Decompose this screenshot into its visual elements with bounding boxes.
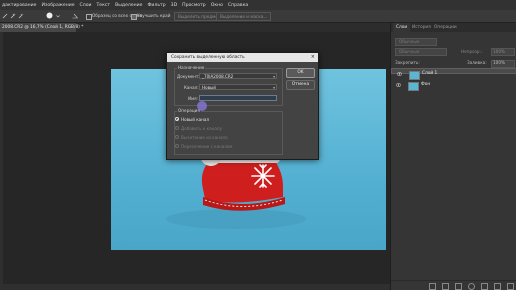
menu-type[interactable]: Текст <box>97 3 111 8</box>
chevron-down-icon: ▾ <box>273 74 275 79</box>
cancel-button[interactable]: Отмена <box>286 80 315 90</box>
mask-icon[interactable] <box>455 283 462 290</box>
channel-value: Новый <box>202 85 216 90</box>
panel-tabs: Слои История Операции <box>391 23 516 32</box>
layer-name: Фон <box>421 82 431 87</box>
add-to-channel-label: Добавить к каналу <box>181 125 222 131</box>
channel-label: Канал: <box>184 85 199 90</box>
blend-mode-label: Обычные <box>399 48 420 54</box>
dialog-titlebar: Сохранить выделенную область × <box>167 53 318 62</box>
layer-kind-label: Обычные <box>399 38 420 44</box>
opacity-value: 100% <box>493 48 505 54</box>
menu-filter[interactable]: Фильтр <box>147 3 165 8</box>
menu-view[interactable]: Просмотр <box>182 3 206 8</box>
select-and-mask-button[interactable]: Выделение и маска... <box>216 12 272 21</box>
layer-thumbnail <box>409 71 420 80</box>
tab-layers[interactable]: Слои <box>393 23 411 32</box>
layers-panel-footer <box>391 280 516 290</box>
channel-select[interactable]: Новый ▾ <box>199 84 277 90</box>
layer-row-background[interactable]: Фон <box>391 80 516 91</box>
document-value: _70IA2008.CR2 <box>202 74 234 79</box>
brush-icon[interactable] <box>2 13 8 19</box>
brush-subtract-icon[interactable] <box>18 13 24 19</box>
options-bar: Образец со всех слоев Улучшить край Выде… <box>0 10 516 23</box>
intersect-with-channel-radio[interactable] <box>175 144 179 148</box>
eye-icon[interactable] <box>397 72 402 76</box>
menu-layers[interactable]: Слои <box>80 3 92 8</box>
add-to-channel-radio[interactable] <box>175 126 179 130</box>
link-icon[interactable] <box>429 283 436 290</box>
fill-label: Заливка: <box>467 60 487 65</box>
lock-label: Закрепить: <box>395 60 420 65</box>
opacity-label: Непрозр.: <box>461 48 483 54</box>
brush-size-icon[interactable] <box>46 12 53 19</box>
status-bar <box>0 284 390 290</box>
menu-edit[interactable]: дактирование <box>2 3 37 8</box>
intersect-with-channel-label: Пересечение с каналом <box>181 143 233 149</box>
close-icon[interactable]: × <box>311 54 315 60</box>
chevron-down-icon[interactable] <box>55 13 61 19</box>
eye-icon[interactable] <box>396 83 401 87</box>
document-label: Документ: <box>177 74 200 79</box>
ok-button[interactable]: OK <box>286 68 315 78</box>
layer-row-layer1[interactable]: Слой 1 <box>391 68 516 80</box>
menu-help[interactable]: Справка <box>228 3 248 8</box>
dialog-title: Сохранить выделенную область <box>171 55 245 60</box>
layer-thumbnail <box>408 82 419 91</box>
document-select[interactable]: _70IA2008.CR2 ▾ <box>199 73 277 79</box>
trash-icon[interactable] <box>507 283 514 290</box>
new-channel-radio[interactable] <box>175 117 179 121</box>
angle-icon[interactable] <box>72 13 78 19</box>
layers-panel: Слои История Операции Обычные Обычные Не… <box>390 23 516 290</box>
brush-add-icon[interactable] <box>10 13 16 19</box>
subtract-from-channel-label: Вычитание из канала <box>181 134 228 140</box>
destination-label: Назначение <box>177 65 206 70</box>
new-layer-icon[interactable] <box>494 283 501 290</box>
chevron-down-icon: ▾ <box>273 85 275 90</box>
fx-icon[interactable] <box>442 283 449 290</box>
document-tab[interactable]: 2008.CR2 @ 16,7% (Слой 1, RGB/8) * <box>0 23 83 32</box>
subtract-from-channel-radio[interactable] <box>175 135 179 139</box>
menu-window[interactable]: Окно <box>211 3 223 8</box>
menu-select[interactable]: Выделение <box>115 3 142 8</box>
menu-bar: дактирование Изображение Слои Текст Выде… <box>0 0 516 10</box>
document-tab-row: 2008.CR2 @ 16,7% (Слой 1, RGB/8) * <box>0 23 390 32</box>
enhance-edge-label: Улучшить край <box>137 13 171 18</box>
folder-icon[interactable] <box>481 283 488 290</box>
menu-image[interactable]: Изображение <box>42 3 75 8</box>
name-input[interactable] <box>199 95 277 101</box>
tab-actions[interactable]: Операции <box>431 23 460 32</box>
fill-value: 100% <box>493 60 505 65</box>
adjustment-icon[interactable] <box>468 283 475 290</box>
mouse-cursor-highlight <box>197 101 207 111</box>
menu-3d[interactable]: 3D <box>171 3 177 8</box>
layer-name: Слой 1 <box>422 71 438 76</box>
name-label: Имя: <box>188 96 198 101</box>
new-channel-label: Новый канал <box>181 116 209 122</box>
